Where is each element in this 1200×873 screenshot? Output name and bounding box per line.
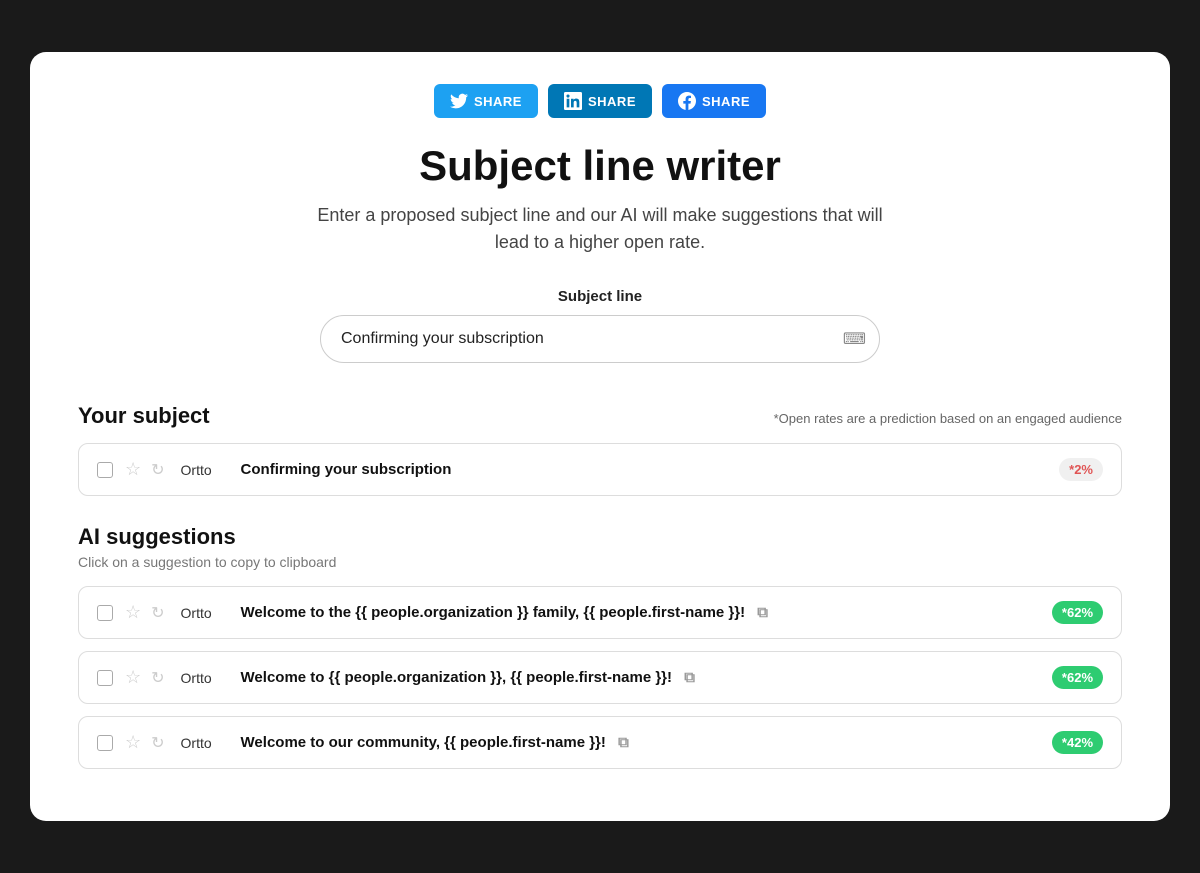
copy-icon-2[interactable]: ⧉	[684, 669, 695, 686]
twitter-share-label: SHARE	[474, 94, 522, 109]
facebook-icon	[678, 92, 696, 110]
refresh-icon-1[interactable]: ↻	[151, 603, 164, 623]
subject-your: Confirming your subscription	[241, 461, 1044, 478]
row-checkbox-1[interactable]	[97, 605, 113, 621]
star-icon-2[interactable]: ☆	[125, 667, 141, 688]
main-card: SHARE SHARE SHARE Subject line writer En…	[30, 52, 1170, 821]
facebook-share-label: SHARE	[702, 94, 750, 109]
facebook-share-button[interactable]: SHARE	[662, 84, 766, 118]
sender-1: Ortto	[181, 605, 241, 621]
subject-2: Welcome to {{ people.organization }}, {{…	[241, 669, 1036, 686]
page-subtitle: Enter a proposed subject line and our AI…	[78, 202, 1122, 256]
badge-3: *42%	[1052, 731, 1103, 754]
ai-suggestion-row-2[interactable]: ☆ ↻ Ortto Welcome to {{ people.organizat…	[78, 651, 1122, 704]
keyboard-icon: ⌨	[843, 329, 866, 349]
linkedin-icon	[564, 92, 582, 110]
ai-suggestions-subtitle: Click on a suggestion to copy to clipboa…	[78, 554, 1122, 570]
sender-2: Ortto	[181, 670, 241, 686]
badge-2: *62%	[1052, 666, 1103, 689]
your-subject-section: Your subject *Open rates are a predictio…	[78, 403, 1122, 496]
input-section: Subject line ⌨	[78, 288, 1122, 363]
share-buttons-group: SHARE SHARE SHARE	[78, 84, 1122, 118]
badge-your: *2%	[1059, 458, 1103, 481]
row-checkbox-2[interactable]	[97, 670, 113, 686]
ai-suggestion-row-3[interactable]: ☆ ↻ Ortto Welcome to our community, {{ p…	[78, 716, 1122, 769]
ai-suggestion-row-1[interactable]: ☆ ↻ Ortto Welcome to the {{ people.organ…	[78, 586, 1122, 639]
copy-icon-3[interactable]: ⧉	[618, 734, 629, 751]
subject-input-wrapper: ⌨	[320, 315, 880, 363]
your-subject-header: Your subject *Open rates are a predictio…	[78, 403, 1122, 429]
ai-suggestions-section: AI suggestions Click on a suggestion to …	[78, 524, 1122, 769]
sender-your: Ortto	[181, 462, 241, 478]
row-checkbox-3[interactable]	[97, 735, 113, 751]
star-icon-3[interactable]: ☆	[125, 732, 141, 753]
your-subject-row[interactable]: ☆ ↻ Ortto Confirming your subscription *…	[78, 443, 1122, 496]
subject-3: Welcome to our community, {{ people.firs…	[241, 734, 1036, 751]
row-checkbox-your[interactable]	[97, 462, 113, 478]
ai-suggestions-header: AI suggestions Click on a suggestion to …	[78, 524, 1122, 570]
star-icon-your[interactable]: ☆	[125, 459, 141, 480]
page-title: Subject line writer	[78, 142, 1122, 190]
open-rates-note: *Open rates are a prediction based on an…	[774, 411, 1122, 426]
badge-1: *62%	[1052, 601, 1103, 624]
subject-1: Welcome to the {{ people.organization }}…	[241, 604, 1036, 621]
sender-3: Ortto	[181, 735, 241, 751]
refresh-icon-3[interactable]: ↻	[151, 733, 164, 753]
your-subject-title: Your subject	[78, 403, 210, 429]
twitter-share-button[interactable]: SHARE	[434, 84, 538, 118]
linkedin-share-label: SHARE	[588, 94, 636, 109]
star-icon-1[interactable]: ☆	[125, 602, 141, 623]
ai-suggestions-title: AI suggestions	[78, 524, 236, 549]
copy-icon-1[interactable]: ⧉	[757, 604, 768, 621]
refresh-icon-2[interactable]: ↻	[151, 668, 164, 688]
subject-input[interactable]	[320, 315, 880, 363]
linkedin-share-button[interactable]: SHARE	[548, 84, 652, 118]
input-label: Subject line	[558, 288, 642, 305]
twitter-icon	[450, 92, 468, 110]
refresh-icon-your[interactable]: ↻	[151, 460, 164, 480]
